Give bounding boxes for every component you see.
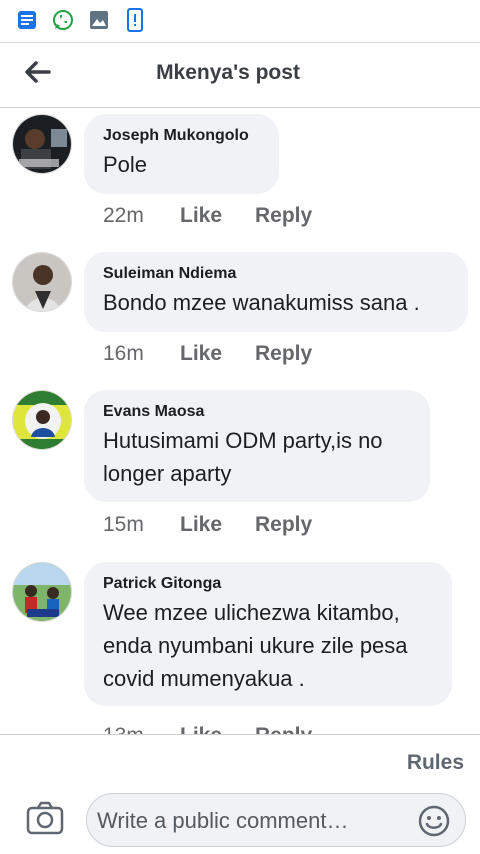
comment-actions: 15m Like Reply [103,513,312,537]
comment-author[interactable]: Evans Maosa [103,402,410,422]
reply-button[interactable]: Reply [255,513,312,537]
comment-bubble[interactable]: Joseph Mukongolo Pole [84,114,279,194]
comment-list: Joseph Mukongolo Pole 22m Like Reply Sul [0,108,480,734]
like-button[interactable]: Like [180,342,255,366]
comment-input-placeholder: Write a public comment… [97,808,349,833]
like-button[interactable]: Like [180,513,255,537]
avatar[interactable] [12,114,72,174]
like-button[interactable]: Like [180,724,255,734]
comment-timestamp: 13m [103,724,180,734]
comment-actions: 13m Like Reply [103,724,312,734]
comment-text: Bondo mzee wanakumiss sana . [103,290,420,315]
comment-actions: 22m Like Reply [103,204,312,228]
reply-button[interactable]: Reply [255,724,312,734]
comment-timestamp: 22m [103,204,144,227]
avatar[interactable] [12,252,72,312]
comment-timestamp: 15m [103,513,144,536]
reply-button[interactable]: Reply [255,204,312,228]
comment-author[interactable]: Suleiman Ndiema [103,264,448,284]
comment-bubble[interactable]: Patrick Gitonga Wee mzee ulichezwa kitam… [84,562,452,706]
comment-text: Hutusimami ODM party,is no longer aparty [103,428,383,486]
avatar[interactable] [12,390,72,450]
camera-icon[interactable] [26,801,64,835]
comment-bubble[interactable]: Evans Maosa Hutusimami ODM party,is no l… [84,390,430,502]
comment-author[interactable]: Joseph Mukongolo [103,126,259,146]
comment-composer: Rules Write a public comment… [0,734,480,854]
comment-timestamp: 16m [103,342,144,365]
notes-app-icon [16,9,38,31]
post-comments-screen: Mkenya's post Joseph Mukongolo Pole 22m [0,0,480,854]
comment-text: Wee mzee ulichezwa kitambo, enda nyumban… [103,600,408,691]
comment-author[interactable]: Patrick Gitonga [103,574,432,594]
avatar[interactable] [12,562,72,622]
rules-link[interactable]: Rules [407,751,464,775]
like-button[interactable]: Like [180,204,255,228]
page-title: Mkenya's post [156,61,300,84]
gallery-icon [88,9,110,31]
smiley-icon[interactable] [417,804,451,838]
whatsapp-icon [52,9,74,31]
comment-bubble[interactable]: Suleiman Ndiema Bondo mzee wanakumiss sa… [84,252,468,332]
status-bar [0,0,480,40]
comment-text: Pole [103,152,148,177]
phone-alert-icon [124,8,146,32]
comment-actions: 16m Like Reply [103,342,312,366]
comment-input[interactable]: Write a public comment… [86,793,466,847]
post-header: Mkenya's post [0,42,480,108]
reply-button[interactable]: Reply [255,342,312,366]
